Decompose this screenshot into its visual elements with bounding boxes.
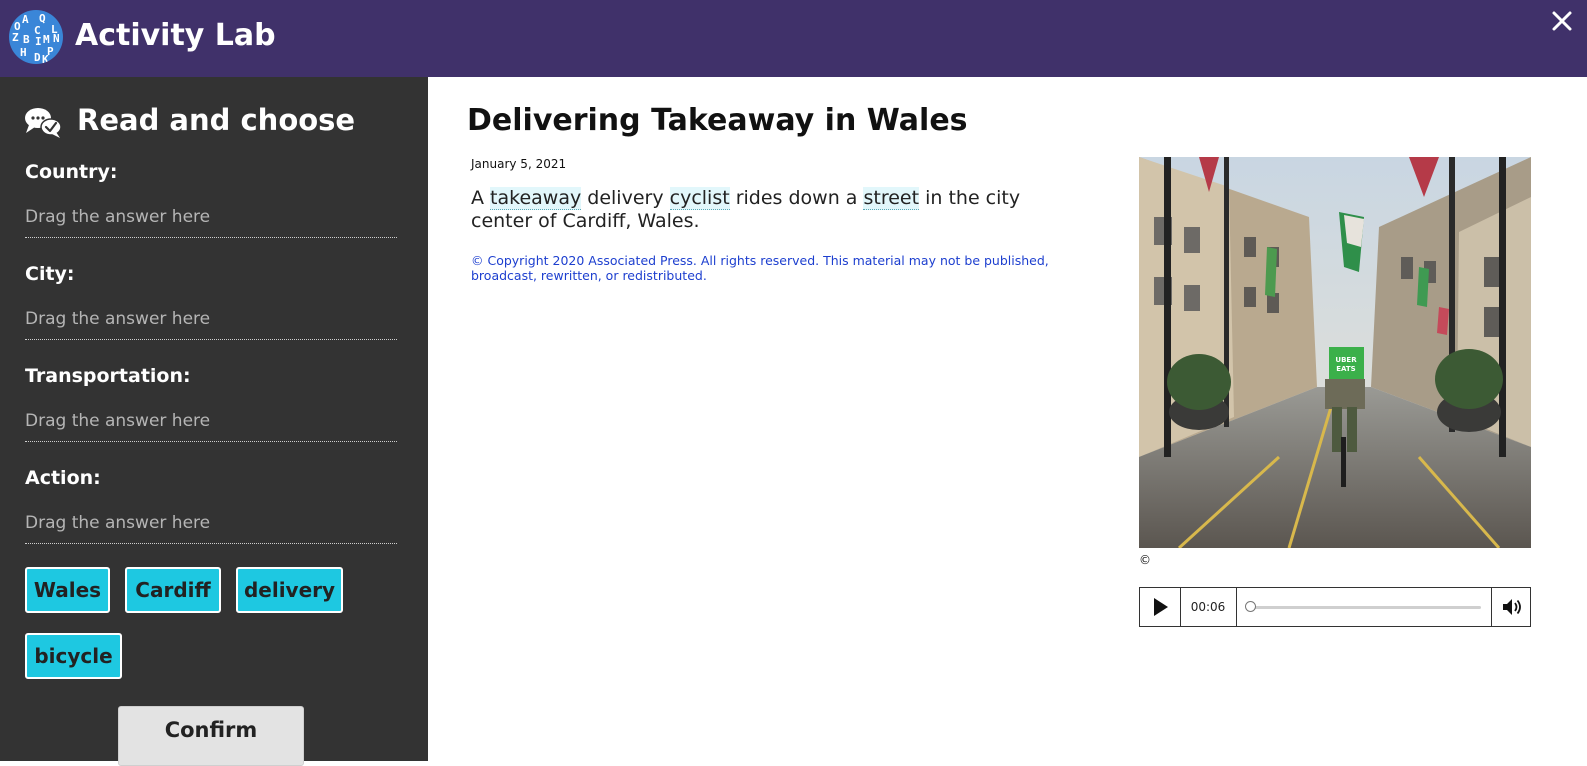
photo-badge-line2: EATS	[1336, 365, 1355, 373]
vocab-word-takeaway[interactable]: takeaway	[490, 187, 582, 210]
photo-badge-line1: UBER	[1335, 356, 1357, 364]
close-icon[interactable]	[1551, 8, 1573, 34]
logo-letter: K	[42, 53, 49, 64]
answer-chip-delivery[interactable]: delivery	[236, 567, 343, 613]
body-text: A	[471, 187, 491, 209]
body-text: delivery	[581, 187, 670, 209]
article-panel: Delivering Takeaway in Wales January 5, …	[428, 77, 1587, 761]
playback-time: 00:06	[1180, 588, 1237, 626]
logo-letter: D	[34, 51, 41, 64]
logo-letter: M	[43, 33, 50, 46]
action-label: Action:	[25, 467, 101, 489]
confirm-button[interactable]: Confirm	[118, 706, 304, 766]
progress-track[interactable]	[1245, 601, 1481, 612]
logo-letter: I	[35, 35, 42, 48]
answer-chip-cardiff[interactable]: Cardiff	[125, 567, 221, 613]
article-body: A takeaway delivery cyclist rides down a…	[471, 187, 1071, 233]
photo-credit: ©	[1139, 553, 1151, 567]
city-drop-zone[interactable]: Drag the answer here	[25, 301, 397, 340]
drop-placeholder: Drag the answer here	[25, 411, 211, 431]
action-drop-zone[interactable]: Drag the answer here	[25, 505, 397, 544]
logo-letter: B	[23, 33, 30, 46]
article-photo: UBER EATS	[1139, 157, 1531, 548]
progress-thumb[interactable]	[1245, 601, 1256, 612]
country-drop-zone[interactable]: Drag the answer here	[25, 199, 397, 238]
copyright-notice: © Copyright 2020 Associated Press. All r…	[471, 253, 1049, 283]
drop-placeholder: Drag the answer here	[25, 309, 211, 329]
app-title: Activity Lab	[75, 18, 276, 53]
country-label: Country:	[25, 161, 118, 183]
audio-player: 00:06	[1139, 587, 1531, 627]
play-icon[interactable]	[1140, 588, 1181, 626]
app-logo: A Q C Z B I M N H D P L O K	[9, 10, 63, 64]
vocab-word-cyclist[interactable]: cyclist	[669, 187, 730, 210]
article-date: January 5, 2021	[471, 157, 567, 171]
logo-letter: A	[22, 13, 29, 26]
logo-letter: O	[14, 20, 21, 33]
app-header: A Q C Z B I M N H D P L O K Activity Lab	[0, 0, 1587, 77]
logo-letter: L	[51, 23, 58, 36]
answer-chip-wales[interactable]: Wales	[25, 567, 110, 613]
street-photo-illustration: UBER EATS	[1139, 157, 1531, 548]
volume-icon[interactable]	[1491, 588, 1530, 626]
city-label: City:	[25, 263, 75, 285]
vocab-word-street[interactable]: street	[863, 187, 920, 210]
activity-sidebar: Read and choose Country: Drag the answer…	[0, 77, 428, 766]
chat-check-icon	[25, 108, 62, 138]
activity-heading: Read and choose	[77, 103, 356, 137]
transportation-label: Transportation:	[25, 365, 191, 387]
logo-letter: Q	[39, 12, 46, 25]
transportation-drop-zone[interactable]: Drag the answer here	[25, 403, 397, 442]
article-title: Delivering Takeaway in Wales	[467, 103, 968, 138]
body-text: rides down a	[729, 187, 864, 209]
drop-placeholder: Drag the answer here	[25, 513, 211, 533]
logo-letter: H	[20, 46, 27, 59]
answer-chip-bicycle[interactable]: bicycle	[25, 633, 122, 679]
logo-letter: Z	[12, 31, 19, 44]
drop-placeholder: Drag the answer here	[25, 207, 211, 227]
